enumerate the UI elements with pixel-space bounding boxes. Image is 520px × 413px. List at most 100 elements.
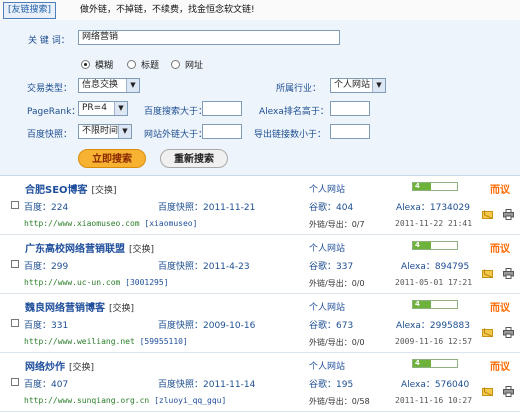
mail-icon[interactable]	[482, 388, 493, 396]
outlinks-ratio: 外链/导出：0/0	[309, 338, 365, 347]
pagerank-select[interactable]: PR=4 ▼	[78, 101, 128, 116]
site-url-link[interactable]: http://www.xiaomuseo.com	[24, 219, 140, 228]
mail-icon[interactable]	[482, 211, 493, 219]
chevron-down-icon: ▼	[114, 102, 127, 115]
pagerank-bar: 4	[412, 300, 458, 309]
user-id[interactable]: [3001295]	[125, 278, 168, 287]
keyword-label: 关 键 词：	[28, 36, 70, 46]
export-links-input[interactable]	[330, 124, 370, 139]
site-name-link[interactable]: 网络炒作	[25, 362, 65, 373]
baidu-count: 百度：331	[24, 321, 69, 331]
select-checkbox[interactable]	[11, 260, 19, 268]
select-checkbox[interactable]	[11, 378, 19, 386]
google-count: 谷歌：673	[309, 321, 354, 331]
alexa-rank: Alexa：1734029	[396, 203, 470, 213]
swap-tag[interactable]: [交换]	[92, 186, 117, 196]
trade-type-label: 交易类型：	[27, 84, 73, 94]
search-form: 关 键 词： 网络营销 模糊 标题 网址 交易类型： 信息交换 ▼ 所属行业： …	[0, 20, 520, 176]
site-name-link[interactable]: 广东高校网络营销联盟	[25, 244, 125, 255]
alexa-label: Alexa排名高于：	[259, 107, 329, 117]
user-id[interactable]: [zluoyi_qq_gqu]	[154, 396, 226, 405]
google-count: 谷歌：404	[309, 203, 354, 213]
site-name-link[interactable]: 合肥SEO博客	[25, 185, 88, 196]
search-now-button[interactable]: 立即搜索	[78, 149, 146, 168]
alexa-input[interactable]	[330, 101, 370, 116]
industry-value: 个人网站	[309, 362, 346, 372]
swap-tag[interactable]: [交换]	[109, 304, 134, 314]
outlinks-ratio: 外链/导出：0/7	[309, 220, 365, 229]
baidu-snapshot: 百度快照：2011-4-23	[158, 262, 250, 272]
baidu-snapshot-select[interactable]: 不限时间 ▼	[78, 124, 132, 139]
update-date: 2009-11-16 12:57	[395, 337, 473, 346]
industry-value: 个人网站	[309, 303, 346, 313]
radio-url-label: 网址	[185, 61, 204, 71]
mail-icon[interactable]	[482, 270, 493, 278]
site-url-link[interactable]: http://www.weiliang.net	[24, 337, 135, 346]
select-checkbox[interactable]	[11, 319, 19, 327]
update-date: 2011-05-01 17:21	[395, 278, 473, 287]
top-bar: [友链搜索] 做外链，不掉链，不续费，找金恒念软文链!	[0, 0, 520, 21]
outlinks-ratio: 外链/导出：0/0	[309, 279, 365, 288]
printer-icon[interactable]	[503, 386, 514, 397]
google-count: 谷歌：337	[309, 262, 354, 272]
industry-value: 个人网站	[309, 185, 346, 195]
result-row: 魏良网络营销博客 [交换] 个人网站 4 而议 百度：331 百度快照：2009-…	[0, 294, 520, 353]
baidu-snapshot: 百度快照：2009-10-16	[158, 321, 256, 331]
update-date: 2011-11-16 10:27	[395, 396, 473, 405]
radio-fuzzy[interactable]	[81, 60, 90, 69]
industry-label: 所属行业：	[276, 84, 322, 94]
keyword-input[interactable]: 网络营销	[78, 30, 340, 45]
radio-title[interactable]	[127, 60, 136, 69]
trade-type-select[interactable]: 信息交换 ▼	[78, 78, 140, 93]
brand-logo: 而议	[490, 185, 510, 196]
export-links-label: 导出链接数小于：	[254, 130, 327, 140]
chevron-down-icon: ▼	[126, 79, 139, 92]
outlinks-input[interactable]	[202, 124, 242, 139]
outlinks-label: 网站外链大于：	[144, 130, 208, 140]
result-row: 广东高校网络营销联盟 [交换] 个人网站 4 而议 百度：299 百度快照：201…	[0, 235, 520, 294]
tab-friend-link-search[interactable]: [友链搜索]	[3, 2, 57, 19]
baidu-count: 百度：299	[24, 262, 69, 272]
baidu-search-label: 百度搜索大于：	[144, 107, 208, 117]
pagerank-bar: 4	[412, 241, 458, 250]
printer-icon[interactable]	[503, 209, 514, 220]
result-row: 网络炒作 [交换] 个人网站 4 而议 百度：407 百度快照：2011-11-1…	[0, 353, 520, 412]
printer-icon[interactable]	[503, 327, 514, 338]
pagerank-bar: 4	[412, 182, 458, 191]
swap-tag[interactable]: [交换]	[69, 363, 94, 373]
brand-logo: 而议	[490, 362, 510, 373]
baidu-snapshot: 百度快照：2011-11-21	[158, 203, 256, 213]
alexa-rank: Alexa：576040	[401, 380, 470, 390]
industry-select[interactable]: 个人网站 ▼	[330, 78, 386, 93]
brand-logo: 而议	[490, 244, 510, 255]
research-button[interactable]: 重新搜索	[160, 149, 228, 168]
promo-notice: 做外链，不掉链，不续费，找金恒念软文链!	[80, 5, 255, 15]
pagerank-bar: 4	[412, 359, 458, 368]
result-row: 合肥SEO博客 [交换] 个人网站 4 而议 百度：224 百度快照：2011-1…	[0, 176, 520, 235]
update-date: 2011-11-22 21:41	[395, 219, 473, 228]
select-checkbox[interactable]	[11, 201, 19, 209]
alexa-rank: Alexa：2995883	[396, 321, 470, 331]
swap-tag[interactable]: [交换]	[129, 245, 154, 255]
mail-icon[interactable]	[482, 329, 493, 337]
baidu-count: 百度：407	[24, 380, 69, 390]
site-name-link[interactable]: 魏良网络营销博客	[25, 303, 105, 314]
printer-icon[interactable]	[503, 268, 514, 279]
chevron-down-icon: ▼	[372, 79, 385, 92]
site-url-link[interactable]: http://www.uc-un.com	[24, 278, 120, 287]
chevron-down-icon: ▼	[118, 125, 131, 138]
baidu-search-input[interactable]	[202, 101, 242, 116]
brand-logo: 而议	[490, 303, 510, 314]
baidu-snapshot-label: 百度快照：	[27, 130, 73, 140]
pagerank-label: PageRank：	[27, 107, 81, 117]
site-url-link[interactable]: http://www.sunqiang.org.cn	[24, 396, 149, 405]
google-count: 谷歌：195	[309, 380, 354, 390]
user-id[interactable]: [xiaomuseo]	[144, 219, 197, 228]
industry-value: 个人网站	[309, 244, 346, 254]
baidu-count: 百度：224	[24, 203, 69, 213]
radio-url[interactable]	[171, 60, 180, 69]
baidu-snapshot: 百度快照：2011-11-14	[158, 380, 256, 390]
radio-fuzzy-label: 模糊	[95, 61, 114, 71]
user-id[interactable]: [59955110]	[140, 337, 188, 346]
outlinks-ratio: 外链/导出：0/58	[309, 397, 370, 406]
